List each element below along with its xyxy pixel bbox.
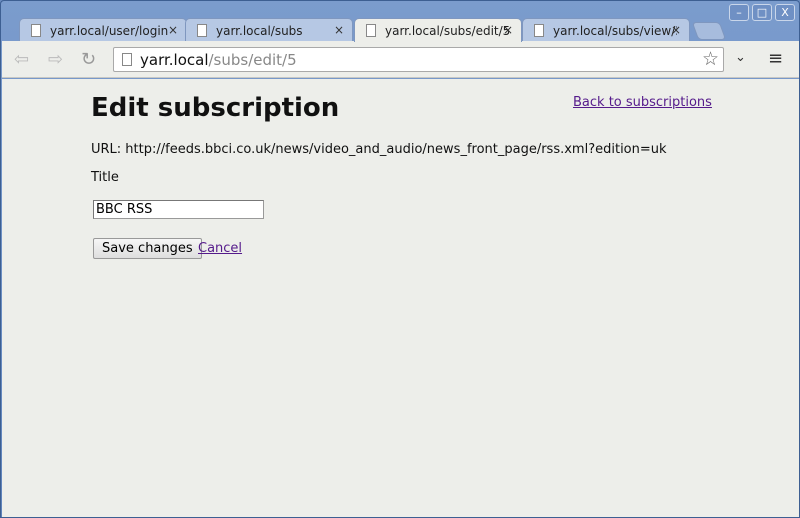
save-changes-button[interactable]: Save changes	[93, 238, 202, 259]
address-bar[interactable]: yarr.local/subs/edit/5 ☆	[113, 47, 724, 72]
title-input[interactable]	[93, 200, 264, 219]
page-icon	[197, 24, 207, 37]
menu-icon[interactable]: ≡	[768, 48, 783, 69]
tab-strip: yarr.local/user/login × yarr.local/subs × …	[9, 18, 789, 42]
close-tab-icon[interactable]: ×	[334, 23, 344, 37]
page-icon	[31, 24, 41, 37]
tab-subs[interactable]: yarr.local/subs ×	[185, 18, 353, 42]
toolbar: ⇦ ⇨ ↻ yarr.local/subs/edit/5 ☆ ⌄ ≡	[2, 41, 799, 78]
bookmark-star-icon[interactable]: ☆	[702, 48, 719, 70]
chevron-down-icon[interactable]: ⌄	[735, 50, 746, 65]
feed-url: URL: http://feeds.bbci.co.uk/news/video_…	[91, 142, 667, 157]
tab-login[interactable]: yarr.local/user/login ×	[19, 18, 187, 42]
page-content: Edit subscription Back to subscriptions …	[2, 79, 799, 517]
page-title: Edit subscription	[91, 93, 340, 123]
close-tab-icon[interactable]: ×	[503, 23, 513, 37]
back-to-subscriptions-link[interactable]: Back to subscriptions	[573, 95, 712, 110]
page-icon	[366, 24, 376, 37]
back-icon[interactable]: ⇦	[14, 49, 29, 70]
tab-subs-view[interactable]: yarr.local/subs/view/5 ×	[522, 18, 690, 42]
tab-subs-edit[interactable]: yarr.local/subs/edit/5 ×	[354, 18, 522, 42]
title-label: Title	[91, 170, 119, 185]
page-icon	[534, 24, 544, 37]
forward-icon[interactable]: ⇨	[48, 49, 63, 70]
close-tab-icon[interactable]: ×	[168, 23, 178, 37]
cancel-link[interactable]: Cancel	[198, 241, 242, 256]
reload-icon[interactable]: ↻	[81, 49, 96, 70]
page-icon	[122, 53, 132, 66]
close-tab-icon[interactable]: ×	[671, 23, 681, 37]
browser-window: – □ X yarr.local/user/login × yarr.local/…	[0, 0, 800, 518]
new-tab-button[interactable]	[691, 22, 727, 40]
